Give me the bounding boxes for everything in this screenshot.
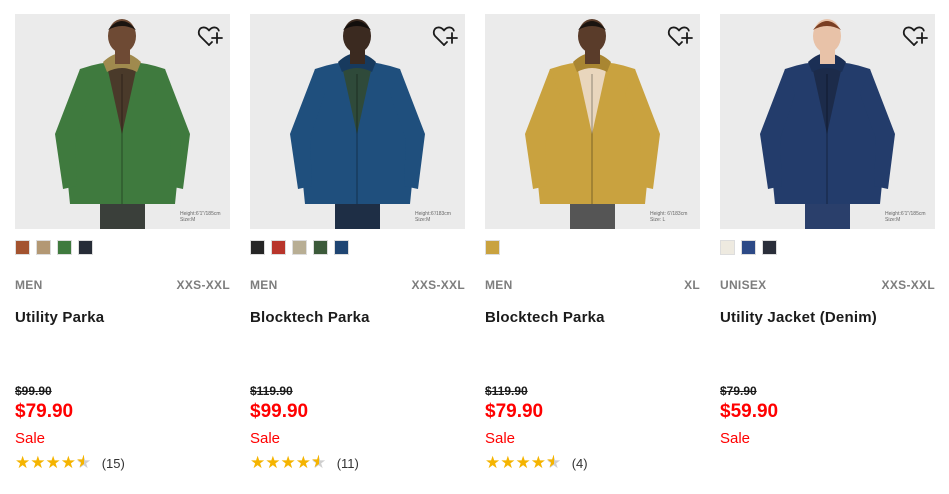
size-range: XXS-XXL <box>881 278 935 292</box>
model-size-caption: Height:6'1"/185cm Size:M <box>180 211 221 223</box>
model-size-caption: Height:6'1"/185cm Size:M <box>885 211 926 223</box>
sale-price: $79.90 <box>15 401 74 422</box>
product-name[interactable]: Blocktech Parka <box>250 309 370 326</box>
size-range: XXS-XXL <box>411 278 465 292</box>
star-icon: ★ <box>15 453 31 472</box>
rating: ★★★★★ (15) <box>15 454 125 472</box>
star-rating: ★★★★★ <box>15 454 91 473</box>
color-swatches <box>720 240 783 257</box>
star-icon: ★ <box>500 453 516 472</box>
color-swatch[interactable] <box>78 240 93 255</box>
half-star-icon: ★ <box>76 453 91 472</box>
star-icon: ★ <box>280 453 296 472</box>
original-price: $119.90 <box>250 384 293 398</box>
model-size-caption: Height:6'/183cm Size:M <box>415 211 451 223</box>
product-card[interactable]: Height:6'/183cm Size:M MEN XXS-XXL Block… <box>250 14 465 484</box>
favorite-button[interactable] <box>901 22 929 50</box>
color-swatch[interactable] <box>334 240 349 255</box>
favorite-button[interactable] <box>196 22 224 50</box>
color-swatches <box>250 240 355 257</box>
star-icon: ★ <box>265 453 281 472</box>
color-swatches <box>485 240 506 257</box>
star-icon: ★ <box>295 453 311 472</box>
sale-price: $79.90 <box>485 401 544 422</box>
star-rating: ★★★★★ <box>485 454 561 473</box>
review-count[interactable]: (11) <box>337 456 359 471</box>
color-swatch[interactable] <box>15 240 30 255</box>
sale-label: Sale <box>250 430 281 447</box>
product-name[interactable]: Utility Parka <box>15 309 104 326</box>
product-card[interactable]: Height: 6'/183cm Size: L MEN XL Blocktec… <box>485 14 700 484</box>
color-swatch[interactable] <box>720 240 735 255</box>
star-icon: ★ <box>485 453 501 472</box>
color-swatch[interactable] <box>313 240 328 255</box>
favorite-button[interactable] <box>431 22 459 50</box>
color-swatch[interactable] <box>36 240 51 255</box>
product-grid: Height:6'1"/185cm Size:M MEN XXS-XXL Uti… <box>15 14 935 484</box>
product-card[interactable]: Height:6'1"/185cm Size:M MEN XXS-XXL Uti… <box>15 14 230 484</box>
rating: ★★★★★ (11) <box>250 454 359 472</box>
color-swatch[interactable] <box>741 240 756 255</box>
color-swatch[interactable] <box>250 240 265 255</box>
color-swatch[interactable] <box>292 240 307 255</box>
size-range: XXS-XXL <box>176 278 230 292</box>
product-image[interactable]: Height:6'1"/185cm Size:M <box>15 14 230 229</box>
review-count[interactable]: (15) <box>102 456 125 471</box>
star-icon: ★ <box>530 453 546 472</box>
gender-label: MEN <box>485 278 513 292</box>
color-swatch[interactable] <box>485 240 500 255</box>
star-icon: ★ <box>515 453 531 472</box>
sale-label: Sale <box>485 430 516 447</box>
gender-label: MEN <box>250 278 278 292</box>
product-image[interactable]: Height: 6'/183cm Size: L <box>485 14 700 229</box>
star-rating: ★★★★★ <box>250 454 326 473</box>
sale-label: Sale <box>15 430 46 447</box>
original-price: $119.90 <box>485 384 528 398</box>
color-swatch[interactable] <box>762 240 777 255</box>
product-card[interactable]: Height:6'1"/185cm Size:M UNISEX XXS-XXL … <box>720 14 935 484</box>
size-range: XL <box>684 278 700 292</box>
product-image[interactable]: Height:6'1"/185cm Size:M <box>720 14 935 229</box>
star-icon: ★ <box>45 453 61 472</box>
sale-price: $59.90 <box>720 401 779 422</box>
gender-label: MEN <box>15 278 43 292</box>
star-icon: ★ <box>60 453 76 472</box>
original-price: $79.90 <box>720 384 757 398</box>
product-name[interactable]: Blocktech Parka <box>485 309 605 326</box>
sale-label: Sale <box>720 430 751 447</box>
gender-label: UNISEX <box>720 278 767 292</box>
star-icon: ★ <box>30 453 46 472</box>
review-count[interactable]: (4) <box>572 456 588 471</box>
product-name[interactable]: Utility Jacket (Denim) <box>720 309 877 326</box>
favorite-button[interactable] <box>666 22 694 50</box>
star-icon: ★ <box>250 453 266 472</box>
half-star-icon: ★ <box>546 453 561 472</box>
model-size-caption: Height: 6'/183cm Size: L <box>650 211 688 223</box>
original-price: $99.90 <box>15 384 52 398</box>
color-swatch[interactable] <box>271 240 286 255</box>
half-star-icon: ★ <box>311 453 326 472</box>
sale-price: $99.90 <box>250 401 309 422</box>
product-image[interactable]: Height:6'/183cm Size:M <box>250 14 465 229</box>
rating: ★★★★★ (4) <box>485 454 588 472</box>
color-swatches <box>15 240 99 257</box>
color-swatch[interactable] <box>57 240 72 255</box>
